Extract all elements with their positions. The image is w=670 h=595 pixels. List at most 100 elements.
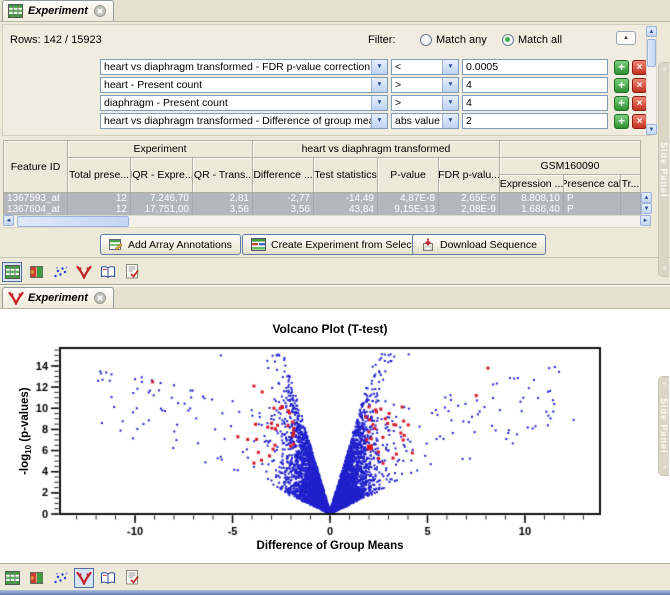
create-experiment-from-selection-button[interactable]: Create Experiment from Selection — [242, 234, 438, 255]
scrollbar-thumb[interactable] — [647, 39, 656, 67]
column-header[interactable]: Presence call — [564, 175, 621, 193]
dropdown-arrow-icon[interactable]: ▼ — [442, 114, 458, 128]
filter-operator-select[interactable]: < ▼ — [391, 59, 459, 75]
scrollbar-left-icon[interactable]: ◄ — [3, 215, 14, 226]
download-sequence-button[interactable]: Download Sequence — [412, 234, 546, 255]
column-header[interactable]: Test statistics — [314, 158, 378, 193]
column-header[interactable]: IQR - Trans... — [193, 158, 253, 193]
table-cell[interactable]: 8.808,10 — [500, 193, 564, 204]
add-filter-button[interactable]: + — [614, 95, 629, 111]
table-cell[interactable]: 12 — [68, 204, 131, 215]
table-cell[interactable]: 1367604_at — [4, 204, 68, 215]
filter-operator-select[interactable]: > ▼ — [391, 77, 459, 93]
column-header[interactable]: FDR p-valu... — [439, 158, 500, 193]
table-cell[interactable]: 12 — [68, 193, 131, 204]
match-any-radio[interactable] — [420, 34, 432, 46]
close-icon[interactable] — [93, 292, 106, 304]
scrollbar-down-icon[interactable]: ▼ — [646, 124, 657, 135]
column-header[interactable]: Total prese... — [68, 158, 131, 193]
tab-experiment-table[interactable]: Experiment — [2, 0, 114, 21]
application-window: Experiment Rows: 142 / 15923 Filter: Mat… — [0, 0, 670, 595]
table-cell[interactable]: 1367593_at — [4, 193, 68, 204]
filter-value-input[interactable] — [462, 95, 608, 111]
table-cell[interactable]: 2,08E-9 — [439, 204, 500, 215]
table-cell[interactable]: 4,87E-8 — [378, 193, 439, 204]
table-view-icon[interactable] — [2, 261, 22, 282]
table-cell[interactable]: 9,15E-13 — [378, 204, 439, 215]
filter-operator-select[interactable]: > ▼ — [391, 95, 459, 111]
report-view-icon[interactable] — [122, 567, 142, 587]
documentation-view-icon[interactable] — [98, 262, 118, 282]
column-header-feature-id[interactable]: Feature ID — [4, 141, 68, 193]
table-vscrollbar[interactable]: ▲ ▼ — [641, 192, 652, 215]
filter-field-select[interactable]: diaphragm - Present count ▼ — [100, 95, 388, 111]
remove-filter-button[interactable]: × — [632, 77, 647, 93]
table-cell[interactable]: 17.751,00 — [131, 204, 193, 215]
table-cell[interactable]: -2,77 — [253, 193, 314, 204]
filter-operator-select[interactable]: abs value > ▼ — [391, 113, 459, 129]
experiment-view-icon[interactable] — [26, 262, 46, 282]
add-filter-button[interactable]: + — [614, 113, 629, 129]
scrollbar-thumb[interactable] — [17, 216, 129, 227]
dropdown-arrow-icon[interactable]: ▼ — [371, 96, 387, 110]
add-filter-button[interactable]: + — [614, 77, 629, 93]
tab-label: Experiment — [28, 5, 88, 17]
table-cell[interactable]: 43,84 — [314, 204, 378, 215]
column-header[interactable]: Tr... — [621, 175, 641, 193]
remove-filter-button[interactable]: × — [632, 95, 647, 111]
scrollbar-up-icon[interactable]: ▲ — [641, 192, 652, 203]
add-array-annotations-button[interactable]: Add Array Annotations — [100, 234, 241, 255]
report-view-icon[interactable] — [122, 261, 142, 281]
dropdown-arrow-icon[interactable]: ▼ — [442, 60, 458, 74]
remove-filter-button[interactable]: × — [632, 113, 647, 129]
table-cell[interactable]: 2,81 — [193, 193, 253, 204]
remove-filter-button[interactable]: × — [632, 59, 647, 75]
column-header[interactable]: Expression ... — [500, 175, 564, 193]
filter-value-input[interactable] — [462, 59, 608, 75]
column-header[interactable]: IQR - Expre... — [131, 158, 193, 193]
filter-value-input[interactable] — [462, 77, 608, 93]
table-cell[interactable]: 3,56 — [193, 204, 253, 215]
volcano-view-icon[interactable] — [74, 567, 94, 588]
collapse-filter-button[interactable]: ▲ — [616, 31, 636, 45]
experiment-table[interactable]: Feature ID Experiment Total prese... IQR - … — [3, 140, 641, 216]
close-icon[interactable] — [93, 5, 106, 17]
filter-field-select[interactable]: heart vs diaphragm transformed - FDR p-v… — [100, 59, 388, 75]
dropdown-arrow-icon[interactable]: ▼ — [371, 114, 387, 128]
table-cell[interactable]: P — [564, 204, 621, 215]
table-cell[interactable]: 2,65E-6 — [439, 193, 500, 204]
side-panel-tab[interactable]: ◄ Side Panel ◄ — [658, 376, 669, 476]
column-header[interactable]: Difference ... — [253, 158, 314, 193]
dropdown-arrow-icon[interactable]: ▼ — [442, 96, 458, 110]
dropdown-arrow-icon[interactable]: ▼ — [442, 78, 458, 92]
table-cell[interactable] — [621, 193, 641, 204]
filter-field-select[interactable]: heart vs diaphragm transformed - Differe… — [100, 113, 388, 129]
volcano-view-icon[interactable] — [74, 262, 94, 282]
table-cell[interactable]: 1.686,40 — [500, 204, 564, 215]
volcano-plot-canvas[interactable] — [0, 309, 670, 563]
scrollbar-down-icon[interactable]: ▼ — [641, 203, 652, 214]
scrollbar-up-icon[interactable]: ▲ — [646, 26, 657, 37]
scatter-view-icon[interactable] — [50, 262, 70, 282]
match-all-radio[interactable] — [502, 34, 514, 46]
table-cell[interactable] — [621, 204, 641, 215]
column-header[interactable]: P-value — [378, 158, 439, 193]
documentation-view-icon[interactable] — [98, 568, 118, 588]
side-panel-tab[interactable]: ◄ Side Panel ◄ — [658, 62, 669, 277]
table-cell[interactable]: P — [564, 193, 621, 204]
table-cell[interactable]: 7.246,70 — [131, 193, 193, 204]
dropdown-arrow-icon[interactable]: ▼ — [371, 60, 387, 74]
filter-value-input[interactable] — [462, 113, 608, 129]
filter-scrollbar[interactable]: ▲ ▼ — [646, 26, 657, 135]
experiment-view-icon[interactable] — [26, 568, 46, 588]
table-cell[interactable]: 3,56 — [253, 204, 314, 215]
filter-field-select[interactable]: heart - Present count ▼ — [100, 77, 388, 93]
tab-experiment-volcano[interactable]: Experiment — [2, 287, 114, 308]
scatter-view-icon[interactable] — [50, 568, 70, 588]
table-hscrollbar[interactable]: ◄ ► — [3, 215, 651, 228]
dropdown-arrow-icon[interactable]: ▼ — [371, 78, 387, 92]
scrollbar-right-icon[interactable]: ► — [640, 215, 651, 226]
add-filter-button[interactable]: + — [614, 59, 629, 75]
table-view-icon[interactable] — [2, 568, 22, 588]
table-cell[interactable]: -14,49 — [314, 193, 378, 204]
